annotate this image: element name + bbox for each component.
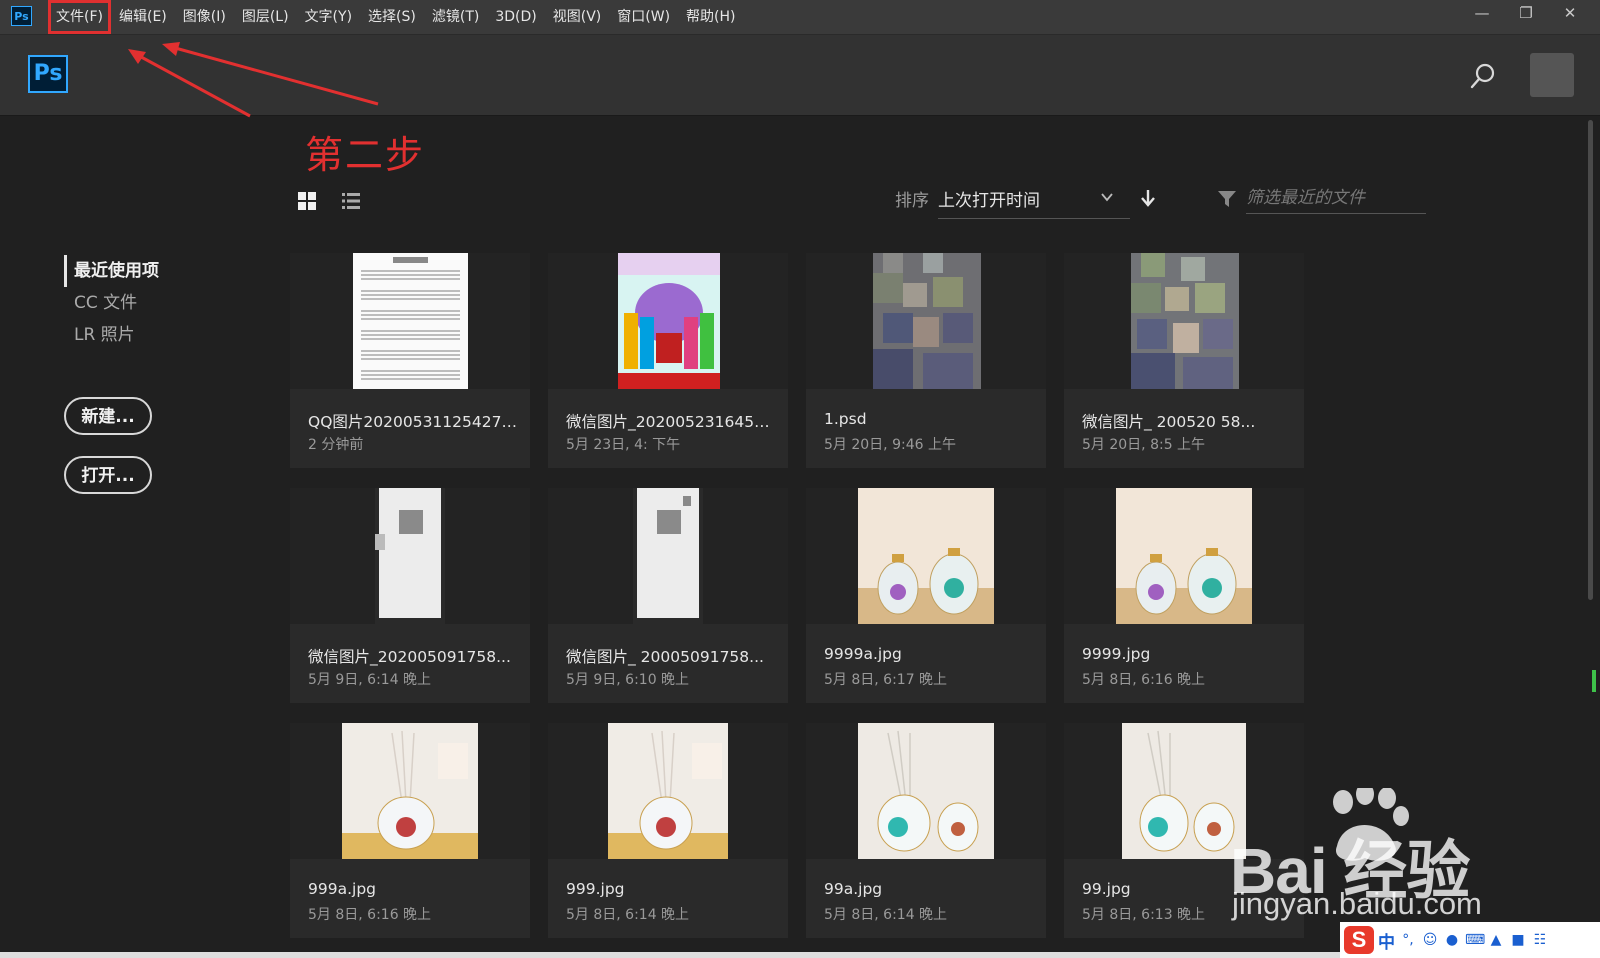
file-name: 微信图片_ 20005091758... (566, 648, 764, 666)
file-time: 5月 8日, 6:14 晚上 (824, 907, 948, 923)
ime-toolbar: S 中 °, ☺ ● ⌨ ▲ ■ ☷ (1340, 922, 1600, 958)
file-name: 1.psd (824, 410, 867, 428)
file-card[interactable]: 微信图片_ 20005091758... 5月 9日, 6:10 晚上 (548, 488, 788, 703)
file-name: 9999a.jpg (824, 645, 902, 663)
file-time: 5月 8日, 6:13 晚上 (1082, 907, 1206, 923)
menu-file[interactable]: 文件(F) (48, 0, 111, 34)
avatar[interactable] (1530, 53, 1574, 97)
file-time: 5月 9日, 6:10 晚上 (566, 672, 690, 688)
file-name: 99a.jpg (824, 880, 883, 898)
file-time: 2 分钟前 (308, 437, 364, 453)
file-card[interactable]: 微信图片_ 200520 58... 5月 20日, 8:5 上午 (1064, 253, 1304, 468)
file-thumbnail (548, 723, 788, 859)
file-name: 999a.jpg (308, 880, 376, 898)
list-view-icon[interactable] (342, 192, 360, 210)
skin-icon[interactable]: ■ (1509, 931, 1527, 949)
sidebar-item-cc-files[interactable]: CC 文件 (64, 287, 159, 319)
sort-dropdown[interactable]: 上次打开时间 (938, 186, 1040, 211)
menu-image[interactable]: 图像(I) (175, 0, 234, 34)
file-thumbnail (290, 253, 530, 389)
file-thumbnail (806, 488, 1046, 624)
menu-select[interactable]: 选择(S) (360, 0, 424, 34)
sort-underline (938, 218, 1130, 219)
file-name: 微信图片_2020052316451... (566, 413, 776, 431)
file-card[interactable]: 微信图片_2020052316451... 5月 23日, 4: 下午 (548, 253, 788, 468)
scrollbar[interactable] (1588, 120, 1593, 600)
file-time: 5月 23日, 4: 下午 (566, 437, 681, 453)
menu-items: 文件(F) 编辑(E) 图像(I) 图层(L) 文字(Y) 选择(S) 滤镜(T… (48, 0, 744, 34)
window-controls: — ❐ ✕ (1460, 0, 1592, 28)
grid-view-icon[interactable] (298, 192, 316, 210)
file-time: 5月 20日, 9:46 上午 (824, 437, 956, 453)
file-card[interactable]: 9999.jpg 5月 8日, 6:16 晚上 (1064, 488, 1304, 703)
menu-type[interactable]: 文字(Y) (297, 0, 360, 34)
user-icon[interactable]: ▲ (1487, 931, 1505, 949)
keyboard-icon[interactable]: ⌨ (1465, 931, 1485, 949)
close-icon[interactable]: ✕ (1548, 0, 1592, 28)
chevron-down-icon[interactable] (1100, 190, 1114, 204)
file-thumbnail (806, 723, 1046, 859)
sidebar-item-recent[interactable]: 最近使用项 (64, 255, 159, 287)
punctuation-icon[interactable]: °, (1399, 931, 1417, 949)
menu-filter[interactable]: 滤镜(T) (424, 0, 487, 34)
search-icon[interactable] (1470, 63, 1496, 89)
sogou-logo-icon[interactable]: S (1344, 926, 1374, 954)
file-time: 5月 8日, 6:14 晚上 (566, 907, 690, 923)
annotation-step-label: 第二步 (305, 133, 426, 177)
file-thumbnail (1064, 253, 1304, 389)
file-card[interactable]: 999a.jpg 5月 8日, 6:16 晚上 (290, 723, 530, 938)
menu-edit[interactable]: 编辑(E) (111, 0, 175, 34)
file-time: 5月 20日, 8:5 上午 (1082, 437, 1206, 453)
annotation-arrows (128, 42, 379, 118)
file-name: QQ图片20200531125427.jpg (308, 413, 518, 431)
file-thumbnail (548, 488, 788, 624)
file-name: 微信图片_ 200520 58... (1082, 413, 1256, 431)
sidebar-item-lr-photos[interactable]: LR 照片 (64, 319, 159, 351)
restore-icon[interactable]: ❐ (1504, 0, 1548, 28)
menu-3d[interactable]: 3D(D) (487, 0, 544, 34)
file-thumbnail (290, 488, 530, 624)
file-thumbnail (806, 253, 1046, 389)
photoshop-app-icon[interactable]: Ps (11, 6, 32, 26)
menu-view[interactable]: 视图(V) (545, 0, 610, 34)
file-thumbnail (290, 723, 530, 859)
emoji-icon[interactable]: ☺ (1421, 931, 1439, 949)
taskbar-strip (0, 952, 1340, 958)
file-card[interactable]: 99a.jpg 5月 8日, 6:14 晚上 (806, 723, 1046, 938)
photoshop-logo: Ps (28, 55, 68, 93)
menu-bar: Ps 文件(F) 编辑(E) 图像(I) 图层(L) 文字(Y) 选择(S) 滤… (0, 0, 1600, 35)
filter-icon (1218, 191, 1236, 207)
file-name: 999.jpg (566, 880, 625, 898)
menu-window[interactable]: 窗口(W) (609, 0, 678, 34)
minimize-icon[interactable]: — (1460, 0, 1504, 28)
menu-help[interactable]: 帮助(H) (678, 0, 743, 34)
ime-mode-toggle[interactable]: 中 (1378, 928, 1395, 953)
open-button[interactable]: 打开... (64, 456, 152, 494)
filter-recent-files-input[interactable] (1246, 183, 1426, 214)
file-name: 9999.jpg (1082, 645, 1151, 663)
file-card[interactable]: 1.psd 5月 20日, 9:46 上午 (806, 253, 1046, 468)
file-time: 5月 8日, 6:16 晚上 (308, 907, 432, 923)
scroll-indicator (1592, 670, 1596, 692)
menu-layer[interactable]: 图层(L) (234, 0, 297, 34)
microphone-icon[interactable]: ● (1443, 931, 1461, 949)
file-card[interactable]: 9999a.jpg 5月 8日, 6:17 晚上 (806, 488, 1046, 703)
file-card[interactable]: QQ图片20200531125427.jpg 2 分钟前 (290, 253, 530, 468)
file-time: 5月 8日, 6:16 晚上 (1082, 672, 1206, 688)
sort-label: 排序 (895, 191, 929, 211)
sort-direction-arrow-icon[interactable] (1140, 189, 1156, 207)
new-button[interactable]: 新建... (64, 397, 152, 435)
file-time: 5月 9日, 6:14 晚上 (308, 672, 432, 688)
file-name: 微信图片_202005091758... (308, 648, 511, 666)
file-time: 5月 8日, 6:17 晚上 (824, 672, 948, 688)
sidebar-nav: 最近使用项 CC 文件 LR 照片 (64, 255, 159, 351)
toolbox-icon[interactable]: ☷ (1531, 931, 1549, 949)
file-thumbnail (1064, 488, 1304, 624)
file-thumbnail (548, 253, 788, 389)
watermark-url: jingyan.baidu.com (1232, 886, 1482, 921)
file-card[interactable]: 微信图片_202005091758... 5月 9日, 6:14 晚上 (290, 488, 530, 703)
file-card[interactable]: 999.jpg 5月 8日, 6:14 晚上 (548, 723, 788, 938)
